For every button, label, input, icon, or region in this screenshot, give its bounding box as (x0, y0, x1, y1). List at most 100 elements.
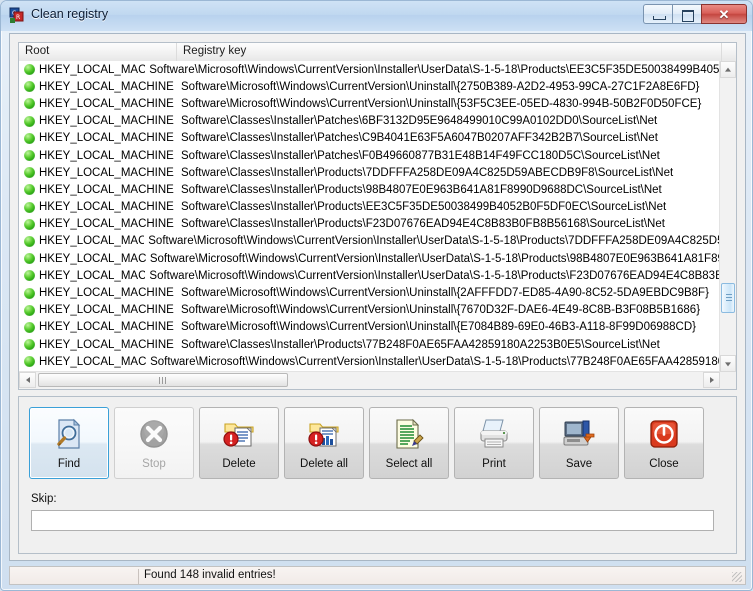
status-bullet-icon (24, 133, 35, 144)
app-window: C R Clean registry ✕ Root (0, 0, 753, 591)
vertical-scrollbar[interactable] (719, 61, 736, 372)
scroll-down-button[interactable] (720, 355, 736, 372)
root-label: HKEY_LOCAL_MACHINE (39, 218, 174, 230)
status-bullet-icon (24, 270, 35, 281)
cell-root: HKEY_LOCAL_MACHINE (19, 132, 177, 144)
list-header: Root Registry key (19, 43, 736, 62)
root-label: HKEY_LOCAL_MACHINE (39, 201, 174, 213)
close-button[interactable]: ✕ (701, 4, 747, 24)
delete-folder-error-icon (200, 417, 278, 451)
status-bar: Found 148 invalid entries! (9, 566, 746, 585)
results-panel: Root Registry key HKEY_LOCAL_MACHINESoft… (18, 42, 737, 390)
table-row[interactable]: HKEY_LOCAL_MACHINESoftware\Microsoft\Win… (19, 233, 720, 250)
button-label: Save (540, 458, 618, 470)
table-row[interactable]: HKEY_LOCAL_MACHINESoftware\Classes\Insta… (19, 113, 720, 130)
scrollbar-grip-icon (159, 377, 167, 384)
cell-root: HKEY_LOCAL_MACHINE (19, 218, 177, 230)
cell-registry-key: Software\Classes\Installer\Patches\6BF31… (177, 115, 720, 127)
horizontal-scrollbar-thumb[interactable] (38, 373, 288, 387)
status-bullet-icon (24, 116, 35, 127)
find-button[interactable]: Find (29, 407, 109, 479)
table-row[interactable]: HKEY_LOCAL_MACHINESoftware\Microsoft\Win… (19, 319, 720, 336)
table-row[interactable]: HKEY_LOCAL_MACHINESoftware\Microsoft\Win… (19, 302, 720, 319)
root-label: HKEY_LOCAL_MACHINE (39, 304, 174, 316)
table-row[interactable]: HKEY_LOCAL_MACHINESoftware\Microsoft\Win… (19, 250, 720, 267)
cell-root: HKEY_LOCAL_MACHINE (19, 184, 177, 196)
find-document-magnifier-icon (30, 417, 108, 451)
window-controls: ✕ (643, 4, 747, 25)
select-all-button[interactable]: Select all (369, 407, 449, 479)
table-row[interactable]: HKEY_LOCAL_MACHINESoftware\Classes\Insta… (19, 199, 720, 216)
cell-root: HKEY_LOCAL_MACHINE (19, 253, 146, 265)
status-bullet-icon (24, 81, 35, 92)
window-title: Clean registry (31, 7, 108, 21)
column-header-root[interactable]: Root (19, 43, 177, 61)
table-row[interactable]: HKEY_LOCAL_MACHINESoftware\Classes\Insta… (19, 130, 720, 147)
status-bullet-icon (24, 339, 35, 350)
cell-registry-key: Software\Microsoft\Windows\CurrentVersio… (144, 235, 720, 247)
cell-registry-key: Software\Classes\Installer\Products\77B2… (177, 339, 720, 351)
button-label: Print (455, 458, 533, 470)
table-row[interactable]: HKEY_LOCAL_MACHINESoftware\Classes\Insta… (19, 164, 720, 181)
registry-list-view[interactable]: Root Registry key HKEY_LOCAL_MACHINESoft… (19, 43, 736, 389)
resize-grip-icon[interactable] (732, 572, 742, 582)
select-all-document-icon (370, 417, 448, 451)
list-body[interactable]: HKEY_LOCAL_MACHINESoftware\Microsoft\Win… (19, 61, 720, 372)
maximize-button[interactable] (672, 4, 701, 24)
status-message: Found 148 invalid entries! (144, 569, 276, 581)
button-label: Find (30, 458, 108, 470)
stop-button: Stop (114, 407, 194, 479)
button-label: Close (625, 458, 703, 470)
cell-root: HKEY_LOCAL_MACHINE (19, 287, 177, 299)
root-label: HKEY_LOCAL_MACHINE (39, 167, 174, 179)
table-row[interactable]: HKEY_LOCAL_MACHINESoftware\Microsoft\Win… (19, 61, 720, 78)
table-row[interactable]: HKEY_LOCAL_MACHINESoftware\Microsoft\Win… (19, 95, 720, 112)
cell-root: HKEY_LOCAL_MACHINE (19, 304, 177, 316)
status-bullet-icon (24, 253, 35, 264)
cell-registry-key: Software\Classes\Installer\Products\7DDF… (177, 167, 720, 179)
title-bar: C R Clean registry ✕ (1, 1, 752, 31)
scroll-left-button[interactable] (19, 372, 36, 388)
table-row[interactable]: HKEY_LOCAL_MACHINESoftware\Microsoft\Win… (19, 284, 720, 301)
registry-app-icon: C R (9, 7, 26, 24)
skip-input[interactable] (31, 510, 714, 531)
root-label: HKEY_LOCAL_MACHINE (39, 270, 145, 282)
table-row[interactable]: HKEY_LOCAL_MACHINESoftware\Classes\Insta… (19, 336, 720, 353)
column-header-registry-key[interactable]: Registry key (177, 43, 722, 61)
table-row[interactable]: HKEY_LOCAL_MACHINESoftware\Classes\Insta… (19, 216, 720, 233)
root-label: HKEY_LOCAL_MACHINE (39, 115, 174, 127)
table-row[interactable]: HKEY_LOCAL_MACHINESoftware\Microsoft\Win… (19, 78, 720, 95)
root-label: HKEY_LOCAL_MACHINE (39, 356, 146, 368)
scrollbar-grip-icon (726, 294, 732, 302)
cell-root: HKEY_LOCAL_MACHINE (19, 356, 146, 368)
cell-root: HKEY_LOCAL_MACHINE (19, 201, 177, 213)
root-label: HKEY_LOCAL_MACHINE (39, 98, 174, 110)
table-row[interactable]: HKEY_LOCAL_MACHINESoftware\Classes\Insta… (19, 147, 720, 164)
cell-registry-key: Software\Microsoft\Windows\CurrentVersio… (146, 356, 720, 368)
button-label: Select all (370, 458, 448, 470)
table-row[interactable]: HKEY_LOCAL_MACHINESoftware\Microsoft\Win… (19, 353, 720, 370)
chevron-up-icon (725, 67, 731, 71)
cell-registry-key: Software\Classes\Installer\Patches\F0B49… (177, 150, 720, 162)
cell-root: HKEY_LOCAL_MACHINE (19, 115, 177, 127)
scroll-right-button[interactable] (703, 372, 720, 388)
scroll-up-button[interactable] (720, 61, 736, 78)
cell-root: HKEY_LOCAL_MACHINE (19, 235, 144, 247)
cell-registry-key: Software\Microsoft\Windows\CurrentVersio… (177, 98, 720, 110)
chevron-left-icon (26, 377, 30, 383)
delete-all-button[interactable]: Delete all (284, 407, 364, 479)
delete-button[interactable]: Delete (199, 407, 279, 479)
close-button[interactable]: Close (624, 407, 704, 479)
print-button[interactable]: Print (454, 407, 534, 479)
status-bullet-icon (24, 356, 35, 367)
table-row[interactable]: HKEY_LOCAL_MACHINESoftware\Classes\Insta… (19, 181, 720, 198)
vertical-scrollbar-thumb[interactable] (721, 283, 735, 313)
status-bullet-icon (24, 322, 35, 333)
table-row[interactable]: HKEY_LOCAL_MACHINESoftware\Microsoft\Win… (19, 267, 720, 284)
save-disk-icon (540, 417, 618, 451)
horizontal-scrollbar[interactable] (19, 371, 720, 389)
save-button[interactable]: Save (539, 407, 619, 479)
cell-registry-key: Software\Classes\Installer\Products\F23D… (177, 218, 720, 230)
minimize-button[interactable] (643, 4, 672, 24)
close-power-icon (625, 417, 703, 451)
